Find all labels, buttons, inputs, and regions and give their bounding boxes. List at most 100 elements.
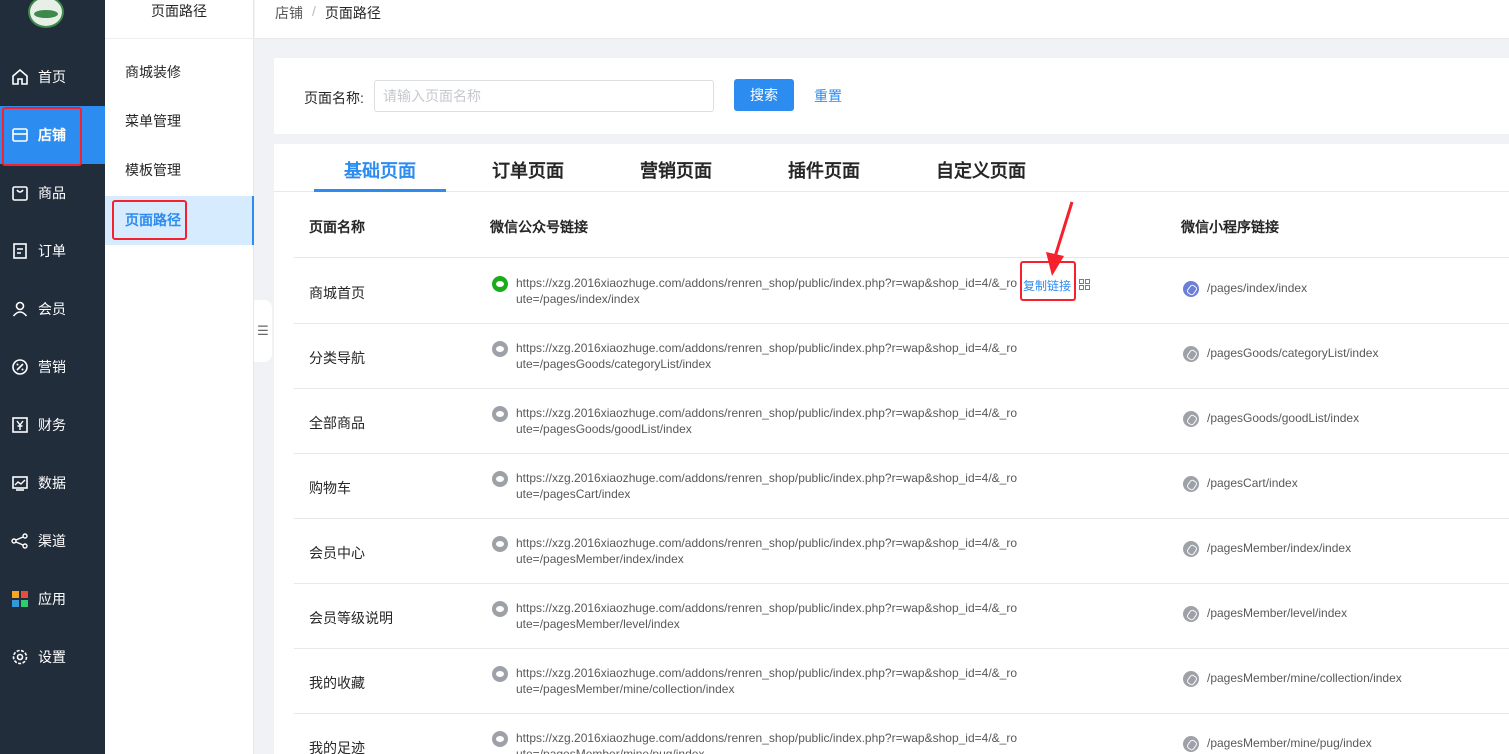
sub-menu-title: 页面路径 [105,0,253,39]
page-name: 我的足迹 [309,740,365,754]
nav-item-label: 设置 [38,649,66,665]
menu-icon: ☰ [257,323,269,338]
apps-icon [11,590,29,608]
miniprogram-icon [1183,736,1199,752]
wx-link: https://xzg.2016xiaozhuge.com/addons/ren… [516,471,1018,501]
table-row: 我的足迹 https://xzg.2016xiaozhuge.com/addon… [294,714,1509,754]
table-row: 全部商品 https://xzg.2016xiaozhuge.com/addon… [294,389,1509,454]
wx-link: https://xzg.2016xiaozhuge.com/addons/ren… [516,601,1018,631]
mp-link: /pagesMember/mine/collection/index [1207,671,1402,685]
nav-item-data[interactable]: 数据 [0,454,105,512]
table-header: 页面名称 微信公众号链接 微信小程序链接 [294,192,1509,258]
nav-item-channels[interactable]: 渠道 [0,512,105,570]
breadcrumb-current: 页面路径 [324,5,381,21]
mp-link: /pagesMember/mine/pug/index [1207,736,1372,750]
wechat-icon [492,666,508,682]
mp-link: /pagesMember/index/index [1207,541,1352,555]
main-nav: 首页 店铺 商品 订单 会员 营销 财务 数据 渠道 应用 设置 [0,0,105,754]
nav-item-label: 商品 [38,185,66,201]
nav-item-label: 会员 [38,301,66,317]
search-panel: 页面名称: 搜索 重置 [274,58,1509,134]
mp-link: /pagesGoods/goodList/index [1207,411,1360,425]
order-icon [11,242,29,260]
page-name: 分类导航 [309,350,365,366]
table-row: 我的收藏 https://xzg.2016xiaozhuge.com/addon… [294,649,1509,714]
sub-item-template-management[interactable]: 模板管理 [105,146,254,195]
wechat-icon [492,406,508,422]
search-label: 页面名称: [304,90,364,106]
nav-item-label: 订单 [38,243,66,259]
table-row: 会员等级说明 https://xzg.2016xiaozhuge.com/add… [294,584,1509,649]
wx-link: https://xzg.2016xiaozhuge.com/addons/ren… [516,341,1018,371]
copy-link-button[interactable]: 复制链接 [1023,277,1071,294]
collapse-toggle[interactable]: ☰ [254,300,272,362]
tab-bar: 基础页面 订单页面 营销页面 插件页面 自定义页面 [274,144,1509,192]
nav-item-label: 渠道 [38,533,66,549]
tab-basic-pages[interactable]: 基础页面 [344,157,416,192]
page-name: 全部商品 [309,415,365,431]
miniprogram-icon [1183,541,1199,557]
table-row: 会员中心 https://xzg.2016xiaozhuge.com/addon… [294,519,1509,584]
bag-icon [11,184,29,202]
page-name: 我的收藏 [309,675,365,691]
miniprogram-icon [1183,346,1199,362]
wechat-icon [492,341,508,357]
mp-link: /pagesGoods/categoryList/index [1207,346,1379,360]
wechat-icon [492,536,508,552]
breadcrumb-parent[interactable]: 店铺 [275,3,303,23]
wx-link: https://xzg.2016xiaozhuge.com/addons/ren… [516,276,1018,306]
page-name: 商城首页 [309,285,365,301]
sub-item-menu-management[interactable]: 菜单管理 [105,97,254,146]
tab-marketing-pages[interactable]: 营销页面 [640,157,712,192]
miniprogram-icon [1183,281,1199,297]
wechat-icon [492,471,508,487]
nav-item-goods[interactable]: 商品 [0,164,105,222]
nav-item-label: 首页 [38,69,66,85]
reset-link[interactable]: 重置 [814,86,842,106]
wechat-icon [492,731,508,747]
nav-item-label: 营销 [38,359,66,375]
nav-item-finance[interactable]: 财务 [0,396,105,454]
discount-icon [11,358,29,376]
nav-item-orders[interactable]: 订单 [0,222,105,280]
miniprogram-icon [1183,476,1199,492]
wx-link: https://xzg.2016xiaozhuge.com/addons/ren… [516,731,1018,754]
page-name: 会员中心 [309,545,365,561]
sub-item-decoration[interactable]: 商城装修 [105,48,254,97]
nav-item-settings[interactable]: 设置 [0,628,105,686]
nav-item-apps[interactable]: 应用 [0,570,105,628]
wechat-icon [492,601,508,617]
home-icon [11,68,29,86]
highlight-box [112,200,187,240]
search-button[interactable]: 搜索 [734,79,794,111]
logo[interactable] [28,0,64,28]
user-icon [11,300,29,318]
wx-link: https://xzg.2016xiaozhuge.com/addons/ren… [516,536,1018,566]
sub-item-page-path[interactable]: 页面路径 [105,196,254,245]
nav-item-home[interactable]: 首页 [0,48,105,106]
table-row: 购物车 https://xzg.2016xiaozhuge.com/addons… [294,454,1509,519]
nav-item-label: 应用 [38,591,66,607]
highlight-box [2,107,82,166]
page-name: 购物车 [309,480,351,496]
nav-item-members[interactable]: 会员 [0,280,105,338]
tab-plugin-pages[interactable]: 插件页面 [788,157,860,192]
chart-icon [11,474,29,492]
miniprogram-icon [1183,606,1199,622]
table-row: 商城首页 https://xzg.2016xiaozhuge.com/addon… [294,259,1509,324]
breadcrumb-separator: / [312,3,316,19]
column-header-mp: 微信小程序链接 [1181,219,1279,235]
nav-item-store[interactable]: 店铺 [0,106,105,166]
table-row: 分类导航 https://xzg.2016xiaozhuge.com/addon… [294,324,1509,389]
page-name: 会员等级说明 [309,610,393,626]
nav-item-marketing[interactable]: 营销 [0,338,105,396]
tab-custom-pages[interactable]: 自定义页面 [936,157,1026,192]
qrcode-icon[interactable] [1079,279,1090,290]
column-header-name: 页面名称 [309,219,365,235]
gear-icon [11,648,29,666]
tab-order-pages[interactable]: 订单页面 [492,157,564,192]
nav-item-label: 数据 [38,475,66,491]
wx-link: https://xzg.2016xiaozhuge.com/addons/ren… [516,406,1018,436]
mp-link: /pages/index/index [1207,281,1308,295]
search-input[interactable] [374,80,714,112]
